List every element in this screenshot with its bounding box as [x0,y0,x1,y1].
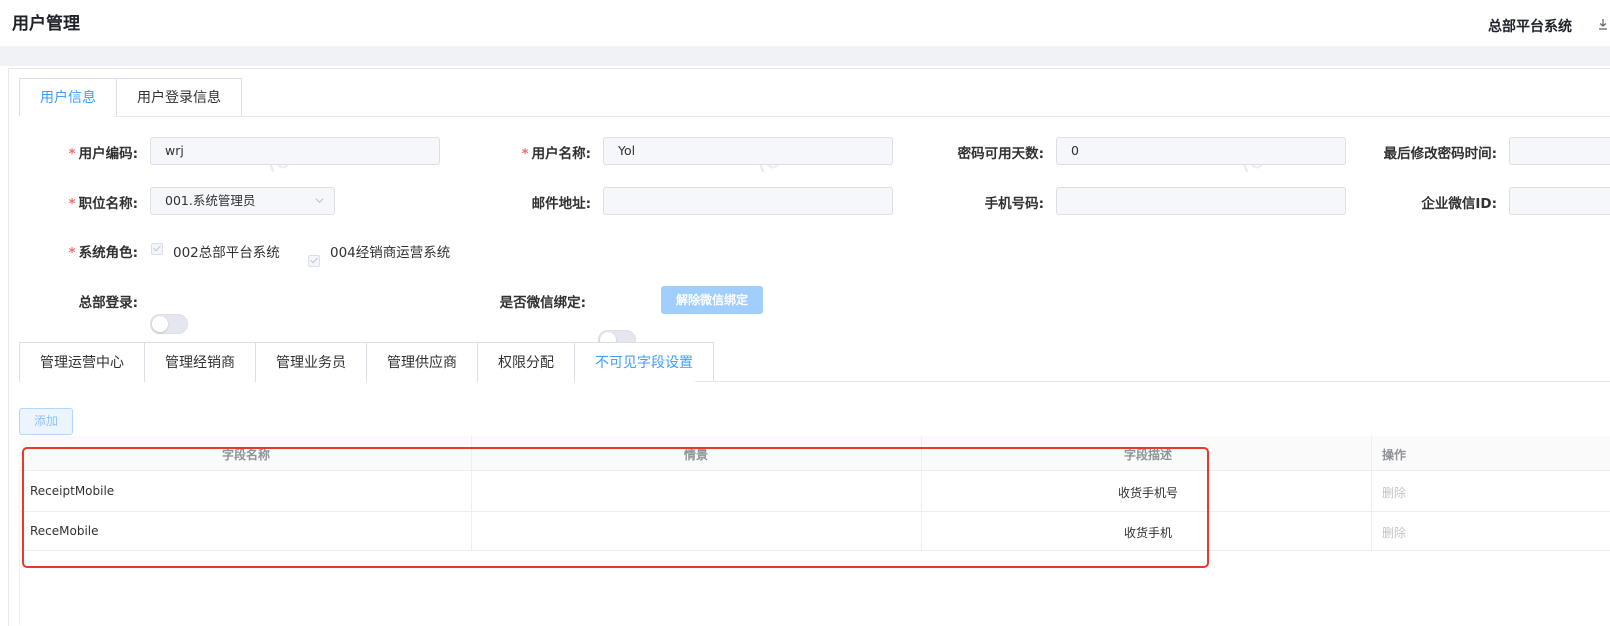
tab-dealers[interactable]: 管理经销商 [145,342,256,382]
role-checkbox-004[interactable] [308,255,320,267]
wechat-id-label: 企业微信ID: [1421,196,1497,212]
last-password-change-field[interactable] [1509,137,1610,165]
header-divider [0,46,1610,66]
tab-ops-center[interactable]: 管理运营中心 [19,342,145,382]
tab-user-info[interactable]: 用户信息 [19,78,117,116]
user-code-field[interactable]: wrj [150,137,440,165]
sub-tabs-divider [695,381,1610,382]
email-field[interactable] [603,187,893,215]
password-days-label: 密码可用天数: [957,146,1044,162]
tab-suppliers[interactable]: 管理供应商 [367,342,478,382]
page-title: 用户管理 [12,14,80,34]
unbind-wechat-button[interactable]: 解除微信绑定 [661,286,763,314]
system-switcher[interactable]: 总部平台系统 [1488,16,1572,36]
wechat-bind-label: 是否微信绑定: [499,295,586,311]
mobile-label: 手机号码: [984,196,1044,212]
user-code-label: * 用户编码: [68,146,138,162]
role-checkbox-002[interactable] [151,243,163,255]
tab-login-info[interactable]: 用户登录信息 [117,78,242,116]
last-password-change-label: 最后修改密码时间: [1383,146,1497,162]
download-icon[interactable] [1597,18,1609,30]
column-divider [1371,436,1372,551]
main-tabs: 用户信息 用户登录信息 [19,78,242,116]
tab-hidden-fields[interactable]: 不可见字段设置 [575,342,714,382]
user-name-label: * 用户名称: [521,146,591,162]
position-select-value: 001.系统管理员 [165,193,256,208]
sub-tabs: 管理运营中心 管理经销商 管理业务员 管理供应商 权限分配 不可见字段设置 [19,342,714,382]
hq-login-switch[interactable] [150,314,188,334]
mobile-field[interactable] [1056,187,1346,215]
page-header [0,0,1610,46]
system-role-label: * 系统角色: [68,245,138,261]
role-label-004: 004经销商运营系统 [330,245,451,261]
position-label: * 职位名称: [68,196,138,212]
add-button[interactable]: 添加 [19,408,73,435]
hq-login-label: 总部登录: [78,295,138,311]
chevron-down-icon [315,198,324,204]
wechat-id-field[interactable] [1509,187,1610,215]
delete-link[interactable]: 删除 [1382,524,1406,541]
delete-link[interactable]: 删除 [1382,484,1406,501]
highlight-box [22,447,1209,568]
role-label-002: 002总部平台系统 [173,245,280,261]
password-days-field[interactable]: 0 [1056,137,1346,165]
position-select[interactable]: 001.系统管理员 [150,187,335,215]
tab-salesmen[interactable]: 管理业务员 [256,342,367,382]
email-label: 邮件地址: [531,196,591,212]
column-header-action: 操作 [1382,448,1407,462]
user-name-field[interactable]: Yol [603,137,893,165]
tabs-divider [114,116,1610,117]
tab-permissions[interactable]: 权限分配 [478,342,575,382]
